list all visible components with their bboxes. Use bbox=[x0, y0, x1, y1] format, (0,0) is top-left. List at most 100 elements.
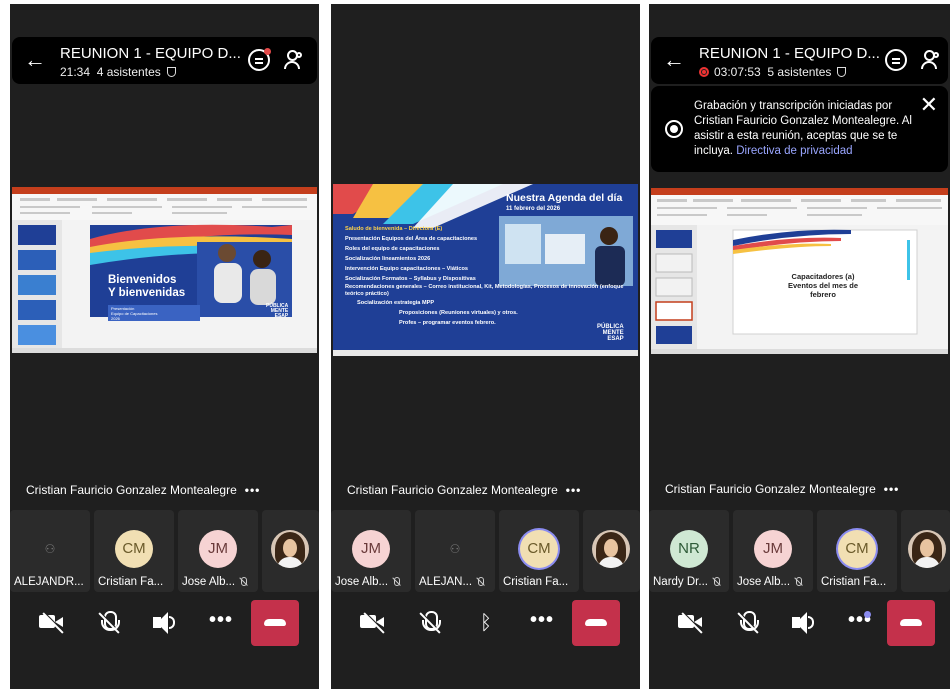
shared-screen[interactable]: Bienvenidos Y bienvenidas Presentación E… bbox=[12, 187, 317, 353]
avatar: JM bbox=[754, 530, 792, 568]
slide-line: Capacitadores (a) bbox=[791, 272, 855, 281]
esap-logo: PÚBLICA MENTE ESAP bbox=[266, 303, 289, 319]
call-controls: ••• bbox=[10, 594, 319, 654]
participant-tile[interactable] bbox=[262, 510, 319, 592]
notification-dot bbox=[864, 611, 871, 618]
participant-tile[interactable]: JM Jose Alb... bbox=[733, 510, 813, 592]
presenter-name: Cristian Fauricio Gonzalez Montealegre bbox=[665, 482, 876, 496]
agenda-item: Saludo de bienvenida – Directora (E) bbox=[345, 226, 443, 232]
avatar: JM bbox=[199, 530, 237, 568]
slide-heading-2: Y bienvenidas bbox=[108, 287, 186, 299]
camera-off-icon[interactable] bbox=[669, 600, 715, 646]
meeting-time: 03:07:53 bbox=[714, 65, 761, 79]
end-call-button[interactable] bbox=[572, 600, 620, 646]
call-controls: ••• bbox=[649, 594, 950, 654]
close-icon[interactable]: ✕ bbox=[920, 94, 938, 116]
presenter-caption: Cristian Fauricio Gonzalez Montealegre ••… bbox=[347, 483, 581, 497]
agenda-item: Recomendaciones generales – Correo insti… bbox=[345, 284, 624, 297]
avatar: CM bbox=[520, 530, 558, 568]
mic-off-icon bbox=[239, 577, 248, 586]
agenda-list: Saludo de bienvenida – Directora (E) Pre… bbox=[345, 224, 635, 328]
avatar: NR bbox=[670, 530, 708, 568]
participant-name: Cristian Fa... bbox=[98, 576, 164, 588]
participants-icon[interactable] bbox=[921, 49, 943, 71]
agenda-item: Socialización Formatos – Syllabus y Disp… bbox=[345, 276, 476, 282]
presenter-name: Cristian Fauricio Gonzalez Montealegre bbox=[347, 483, 558, 497]
more-actions-icon[interactable]: ••• bbox=[198, 600, 244, 646]
end-call-button[interactable] bbox=[251, 600, 299, 646]
privacy-policy-link[interactable]: Directiva de privacidad bbox=[736, 145, 852, 157]
participant-name-row: Jose Alb... bbox=[335, 576, 409, 588]
shield-icon bbox=[166, 67, 176, 77]
slide-line: Eventos del mes de bbox=[787, 281, 859, 290]
participant-strip: JM Jose Alb... ⚇ ALEJAN... CM Cristian F… bbox=[331, 510, 640, 592]
participant-name-row: Jose Alb... bbox=[182, 576, 256, 588]
person-icon: ⚇ bbox=[449, 542, 461, 556]
participant-name: Cristian Fa... bbox=[821, 576, 887, 588]
agenda-item: Presentación Equipos del Área de capacit… bbox=[345, 236, 478, 242]
call-controls: ᛒ ••• bbox=[331, 594, 640, 654]
recording-indicator-icon bbox=[665, 120, 683, 138]
recording-icon bbox=[699, 67, 709, 77]
more-options-icon[interactable]: ••• bbox=[884, 482, 900, 496]
participant-tile[interactable]: JM Jose Alb... bbox=[331, 510, 411, 592]
more-actions-icon[interactable]: ••• bbox=[837, 600, 883, 646]
slide-box-line-3: 2026 bbox=[111, 316, 120, 321]
agenda-item: Roles del equipo de capacitaciones bbox=[345, 246, 440, 252]
chat-icon[interactable] bbox=[248, 48, 271, 71]
participant-tile[interactable]: ⚇ ALEJAN... bbox=[415, 510, 495, 592]
participant-tile[interactable]: CM Cristian Fa... bbox=[499, 510, 579, 592]
camera-off-icon[interactable] bbox=[30, 600, 76, 646]
mic-off-icon[interactable] bbox=[725, 600, 771, 646]
participant-tile[interactable]: NR Nardy Dr... bbox=[649, 510, 729, 592]
mic-off-icon bbox=[794, 577, 803, 586]
more-actions-icon[interactable]: ••• bbox=[519, 600, 565, 646]
more-options-icon[interactable]: ••• bbox=[566, 483, 582, 497]
presenter-caption: Cristian Fauricio Gonzalez Montealegre ••… bbox=[665, 482, 899, 496]
mic-off-icon bbox=[476, 577, 485, 586]
more-options-icon[interactable]: ••• bbox=[245, 483, 261, 497]
recording-notice: Grabación y transcripción iniciadas por … bbox=[651, 86, 948, 172]
meeting-header: ← REUNION 1 - EQUIPO D... 21:34 4 asiste… bbox=[12, 37, 317, 84]
camera-off-icon[interactable] bbox=[351, 600, 397, 646]
notification-dot bbox=[264, 48, 271, 55]
meeting-status: 21:34 4 asistentes bbox=[60, 65, 176, 79]
bluetooth-icon[interactable]: ᛒ bbox=[463, 600, 509, 646]
participants-icon[interactable] bbox=[284, 49, 306, 71]
meeting-title: REUNION 1 - EQUIPO D... bbox=[60, 45, 241, 62]
mic-off-icon bbox=[392, 577, 401, 586]
shield-icon bbox=[837, 67, 847, 77]
profile-photo bbox=[271, 530, 309, 568]
mic-off-icon[interactable] bbox=[407, 600, 453, 646]
chat-icon[interactable] bbox=[885, 49, 907, 71]
participant-name: ALEJANDR... bbox=[14, 576, 84, 588]
profile-photo bbox=[908, 530, 946, 568]
meeting-title: REUNION 1 - EQUIPO D... bbox=[699, 45, 880, 62]
participant-tile[interactable]: JM Jose Alb... bbox=[178, 510, 258, 592]
participant-tile[interactable] bbox=[583, 510, 640, 592]
agenda-date: 11 febrero del 2026 bbox=[506, 206, 561, 212]
slide-line: febrero bbox=[810, 290, 836, 299]
agenda-item: Socialización estrategia MPP bbox=[357, 300, 435, 306]
participant-tile[interactable]: CM Cristian Fa... bbox=[94, 510, 174, 592]
back-arrow-icon[interactable]: ← bbox=[24, 47, 46, 73]
shared-screen[interactable]: Capacitadores (a) Eventos del mes de feb… bbox=[651, 188, 948, 354]
back-arrow-icon[interactable]: ← bbox=[663, 47, 685, 73]
shared-screen[interactable]: Nuestra Agenda del día 11 febrero del 20… bbox=[333, 184, 638, 356]
participant-name: Jose Alb... bbox=[335, 576, 389, 588]
participant-tile[interactable]: ⚇ ALEJANDR... bbox=[10, 510, 90, 592]
participant-tile[interactable] bbox=[901, 510, 950, 592]
speaker-icon[interactable] bbox=[781, 600, 827, 646]
meeting-screen-3: ← REUNION 1 - EQUIPO D... 03:07:53 5 asi… bbox=[649, 4, 950, 689]
participant-strip: NR Nardy Dr... JM Jose Alb... CM Cristia… bbox=[649, 510, 950, 592]
agenda-title: Nuestra Agenda del día bbox=[506, 192, 623, 204]
mic-off-icon[interactable] bbox=[86, 600, 132, 646]
avatar: JM bbox=[352, 530, 390, 568]
attendee-count: 4 asistentes bbox=[96, 65, 161, 79]
presenter-caption: Cristian Fauricio Gonzalez Montealegre ••… bbox=[26, 483, 260, 497]
speaker-icon[interactable] bbox=[142, 600, 188, 646]
end-call-button[interactable] bbox=[887, 600, 935, 646]
participant-tile[interactable]: CM Cristian Fa... bbox=[817, 510, 897, 592]
mic-off-icon bbox=[712, 577, 721, 586]
person-icon: ⚇ bbox=[44, 542, 56, 556]
